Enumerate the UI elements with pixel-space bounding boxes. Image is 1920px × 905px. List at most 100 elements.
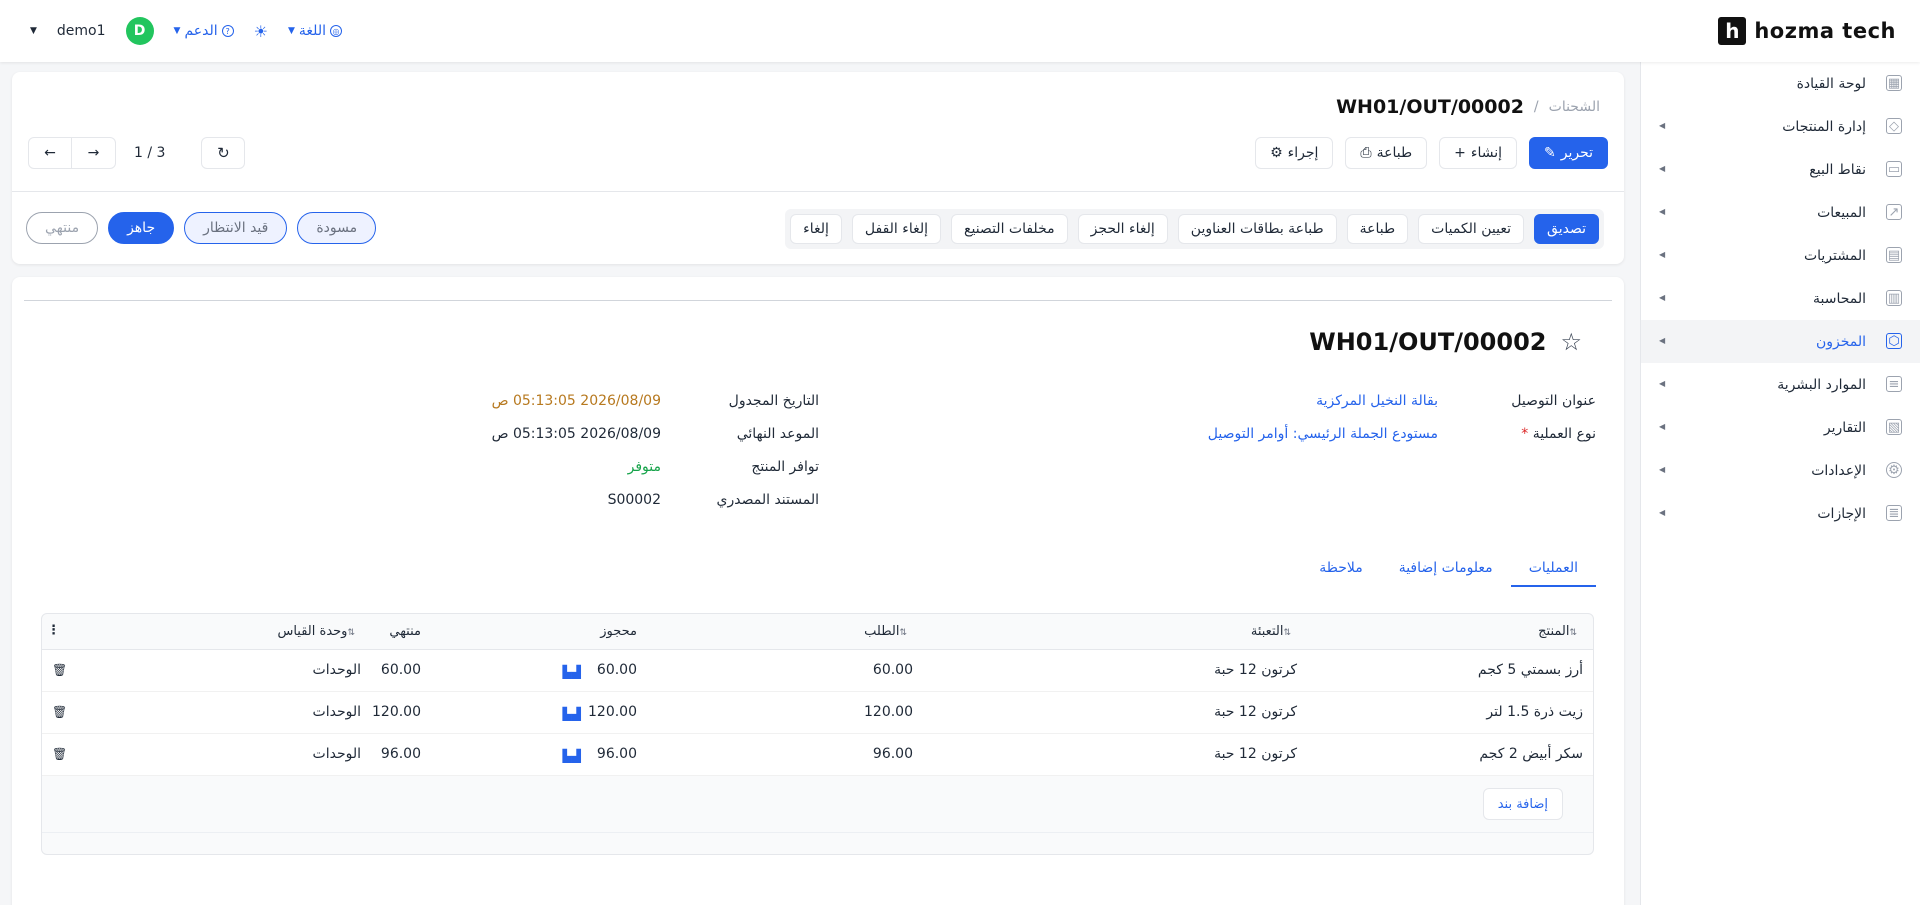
divider xyxy=(12,191,1624,192)
edit-button[interactable]: تحرير ✎ xyxy=(1528,137,1608,169)
user-name[interactable]: demo1 xyxy=(57,23,106,39)
grid-icon: ▦ xyxy=(1886,75,1902,91)
scheduled-date-field: التاريخ المجدول xyxy=(729,393,819,409)
star-icon[interactable]: ☆ xyxy=(1560,328,1582,356)
field-label: نوع العملية xyxy=(1532,426,1596,442)
sidebar-item-label: المحاسبة xyxy=(1812,290,1866,307)
refresh-icon[interactable]: ↻ xyxy=(201,137,246,169)
expand-arrow-icon: ◀ xyxy=(1659,121,1666,130)
top-bar: ▼ demo1 D ▼ الدعم ? ☀ ▼ اللغة ◎ h hozma … xyxy=(0,0,1920,62)
theme-toggle-sun-icon[interactable]: ☀ xyxy=(254,22,268,41)
scheduled-date[interactable]: 2026/08/09 05:13:05 ص xyxy=(492,393,661,409)
source-document-value: S00002 xyxy=(608,492,661,508)
print-workflow-button[interactable]: طباعة xyxy=(1346,214,1409,244)
cell-done[interactable]: 60.00 xyxy=(381,662,421,678)
forecast-chart-icon[interactable]: ▟▙ xyxy=(563,665,581,679)
sidebar-item-hr[interactable]: ≡ الموارد البشرية ◀ xyxy=(1641,363,1920,406)
trash-icon[interactable]: 🗑 xyxy=(52,705,67,719)
column-packaging[interactable]: ⇅التعبئة xyxy=(1251,624,1297,639)
sort-icon: ⇅ xyxy=(1283,628,1291,638)
topbar-controls: ▼ demo1 D ▼ الدعم ? ☀ ▼ اللغة ◎ xyxy=(30,17,342,45)
validate-button[interactable]: تصديق xyxy=(1534,214,1599,244)
forecast-chart-icon[interactable]: ▟▙ xyxy=(563,749,581,763)
operations-table: ⇅المنتج ⇅التعبئة ⇅الطلب محجوز منتهي ⇅وحد… xyxy=(41,613,1594,855)
column-label: محجوز xyxy=(600,624,637,639)
delivery-address-link[interactable]: بقالة النخيل المركزية xyxy=(1316,393,1438,409)
expand-arrow-icon: ◀ xyxy=(1659,293,1666,302)
cancel-button[interactable]: إلغاء xyxy=(790,214,842,244)
status-ready[interactable]: جاهز xyxy=(108,212,175,244)
sidebar-item-sales[interactable]: ↗ المبيعات ◀ xyxy=(1641,191,1920,234)
field-label: التاريخ المجدول xyxy=(728,393,819,409)
sidebar-item-inventory[interactable]: ⬡ المخزون ◀ xyxy=(1641,320,1920,363)
print-labels-button[interactable]: طباعة بطاقات العناوين xyxy=(1177,214,1337,244)
support-menu[interactable]: ▼ الدعم ? xyxy=(174,23,234,39)
set-quantities-button[interactable]: تعيين الكميات xyxy=(1418,214,1525,244)
column-reserved[interactable]: محجوز xyxy=(600,624,637,639)
column-uom[interactable]: ⇅وحدة القياس xyxy=(277,624,361,639)
status-waiting[interactable]: قيد الانتظار xyxy=(184,212,288,244)
sidebar-item-label: الإعدادات xyxy=(1811,462,1866,479)
logo[interactable]: h hozma tech xyxy=(1718,17,1896,45)
create-button[interactable]: إنشاء + xyxy=(1439,137,1517,169)
language-menu[interactable]: ▼ اللغة ◎ xyxy=(288,23,342,39)
operation-type-link[interactable]: مستودع الجملة الرئيسي: أوامر التوصيل xyxy=(1208,426,1438,442)
sort-icon: ⇅ xyxy=(347,628,355,638)
trash-icon[interactable]: 🗑 xyxy=(52,747,67,761)
logo-text: hozma tech xyxy=(1754,19,1896,43)
pencil-icon: ✎ xyxy=(1543,145,1556,161)
sidebar-item-pos[interactable]: ▭ نقاط البيع ◀ xyxy=(1641,148,1920,191)
expand-arrow-icon: ◀ xyxy=(1659,422,1666,431)
delivery-address-value[interactable]: بقالة النخيل المركزية xyxy=(1316,393,1438,409)
column-done[interactable]: منتهي xyxy=(389,624,421,639)
column-product[interactable]: ⇅المنتج xyxy=(1538,624,1583,639)
logo-mark: h xyxy=(1718,17,1747,45)
language-label: اللغة xyxy=(298,23,326,39)
table-row[interactable]: سكر أبيض 2 كجم كرتون 12 حبة 96.00 ▟▙ 96.… xyxy=(42,734,1593,776)
sidebar-item-reports[interactable]: ▧ التقارير ◀ xyxy=(1641,406,1920,449)
globe-icon: ◎ xyxy=(329,25,342,37)
sidebar-item-accounting[interactable]: ▥ المحاسبة ◀ xyxy=(1641,277,1920,320)
avatar[interactable]: D xyxy=(125,17,154,45)
operation-type-value[interactable]: مستودع الجملة الرئيسي: أوامر التوصيل xyxy=(1208,426,1438,442)
unreserve-button[interactable]: إلغاء الحجز xyxy=(1077,214,1168,244)
previous-record-arrow-icon[interactable]: ← xyxy=(28,137,72,169)
sidebar-item-label: إدارة المنتجات xyxy=(1782,118,1866,135)
sidebar-item-products[interactable]: ◇ إدارة المنتجات ◀ xyxy=(1641,105,1920,148)
forecast-chart-icon[interactable]: ▟▙ xyxy=(563,707,581,721)
table-row[interactable]: أرز بسمتي 5 كجم كرتون 12 حبة 60.00 ▟▙ 60… xyxy=(42,650,1593,692)
field-label: الموعد النهائي xyxy=(736,426,819,442)
add-line-button[interactable]: إضافة بند xyxy=(1482,788,1563,820)
action-button[interactable]: إجراء ⚙ xyxy=(1255,137,1334,169)
scrap-button[interactable]: مخلفات التصنيع xyxy=(951,214,1068,244)
sidebar-item-settings[interactable]: ⚙ الإعدادات ◀ xyxy=(1641,449,1920,492)
table-footer xyxy=(42,832,1593,854)
cell-done[interactable]: 96.00 xyxy=(381,746,421,762)
sidebar-item-dashboard[interactable]: ▦ لوحة القيادة xyxy=(1641,62,1920,105)
breadcrumb-parent[interactable]: الشحنات xyxy=(1549,99,1600,115)
add-line-row: إضافة بند xyxy=(42,776,1593,832)
user-menu-caret-icon[interactable]: ▼ xyxy=(30,26,37,36)
cell-done[interactable]: 120.00 xyxy=(372,704,421,720)
wallet-icon: ▤ xyxy=(1886,247,1902,263)
tab-note[interactable]: ملاحظة xyxy=(1301,550,1381,587)
print-button[interactable]: طباعة ⎙ xyxy=(1345,137,1428,169)
column-demand[interactable]: ⇅الطلب xyxy=(864,624,913,639)
deadline-field: الموعد النهائي xyxy=(737,426,819,442)
sidebar-item-leaves[interactable]: ≣ الإجازات ◀ xyxy=(1641,492,1920,535)
optional-columns-icon[interactable]: ⋮ xyxy=(47,623,60,638)
sidebar-item-purchases[interactable]: ▤ المشتريات ◀ xyxy=(1641,234,1920,277)
tab-operations[interactable]: العمليات xyxy=(1510,550,1596,587)
status-done[interactable]: منتهي xyxy=(26,212,99,244)
scheduled-date-value[interactable]: 2026/08/09 05:13:05 ص xyxy=(492,393,661,409)
cell-packaging: كرتون 12 حبة xyxy=(1214,662,1297,678)
status-draft[interactable]: مسودة xyxy=(297,212,377,244)
tab-additional-info[interactable]: معلومات إضافية xyxy=(1381,550,1511,587)
pager: ← → 1 / 3 ↻ xyxy=(28,137,246,169)
cell-packaging: كرتون 12 حبة xyxy=(1214,704,1297,720)
next-record-arrow-icon[interactable]: → xyxy=(72,137,116,169)
table-row[interactable]: زيت ذرة 1.5 لتر كرتون 12 حبة 120.00 ▟▙ 1… xyxy=(42,692,1593,734)
trash-icon[interactable]: 🗑 xyxy=(52,663,67,677)
status-bar: منتهي جاهز قيد الانتظار مسودة xyxy=(26,212,377,244)
unlock-button[interactable]: إلغاء القفل xyxy=(851,214,942,244)
